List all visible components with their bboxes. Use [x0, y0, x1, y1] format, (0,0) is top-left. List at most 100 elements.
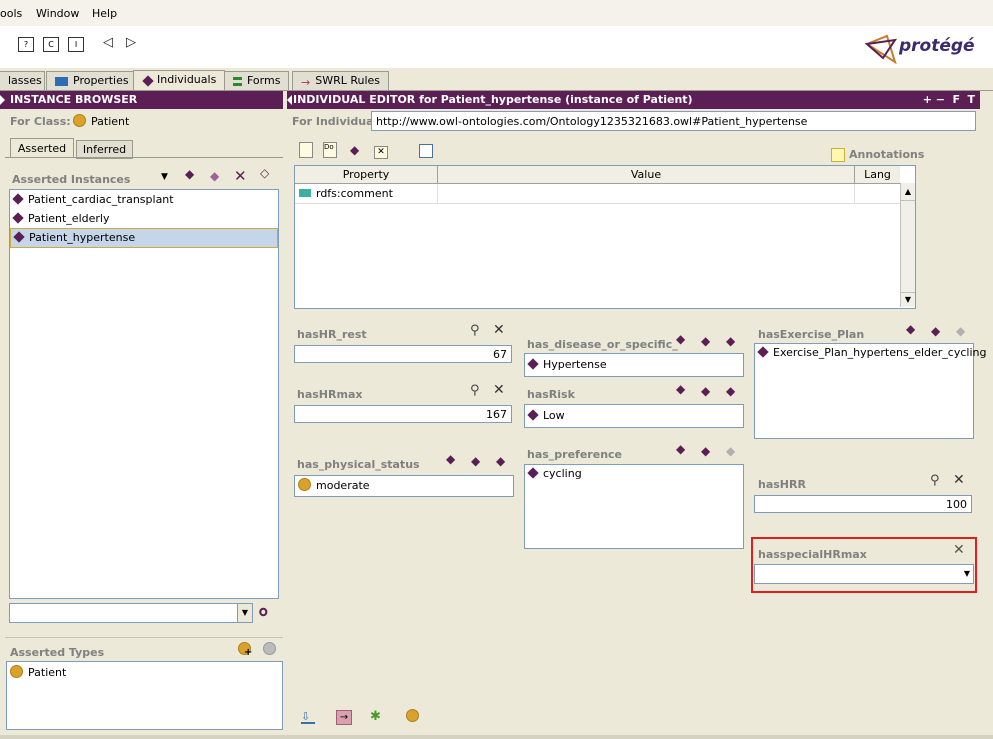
scroll-up-icon[interactable]: ▲	[901, 183, 915, 201]
header-f-button[interactable]: F	[952, 91, 960, 109]
duplicate-instance-icon[interactable]: ◆	[210, 169, 219, 183]
list-item[interactable]: Patient	[7, 665, 66, 681]
list-item-selected[interactable]: Patient_hypertense	[10, 228, 278, 248]
for-class-value: Patient	[70, 114, 129, 128]
individual-diamond-icon	[12, 193, 24, 205]
collapse-right-icon[interactable]	[287, 95, 292, 105]
instance-search-combo[interactable]: ▼	[9, 603, 253, 623]
instance-browser-title: INSTANCE BROWSER	[10, 93, 138, 106]
binoculars-search-icon[interactable]: 𝐎	[259, 606, 268, 620]
remove-value-icon[interactable]: ◆	[726, 384, 735, 398]
delete-annotation-icon[interactable]: ✕	[374, 146, 388, 159]
combo-dropdown-icon[interactable]: ▼	[237, 604, 252, 622]
create-value-icon[interactable]: ◆	[446, 452, 455, 466]
import-icon[interactable]: ⇩	[301, 710, 315, 724]
tab-swrl-rules[interactable]: → SWRL Rules	[292, 71, 390, 90]
add-value-icon[interactable]: ◆	[931, 324, 940, 338]
swrl-rule-icon[interactable]: →	[336, 710, 352, 725]
delete-value-icon[interactable]: ✕	[493, 382, 505, 398]
list-item[interactable]: Patient_elderly	[10, 209, 278, 228]
tab-forms[interactable]: Forms	[224, 71, 290, 90]
remove-type-icon[interactable]	[263, 642, 276, 656]
hasHR_rest-field[interactable]: 67	[294, 345, 512, 363]
column-header-property[interactable]: Property	[295, 166, 438, 184]
scroll-down-icon[interactable]: ▼	[901, 292, 915, 307]
add-value-icon[interactable]: ◆	[701, 334, 710, 348]
remove-value-icon[interactable]: ◆	[956, 324, 965, 338]
search-icon[interactable]: ⚲	[470, 383, 480, 398]
column-header-value[interactable]: Value	[438, 166, 855, 184]
list-item[interactable]: Patient_cardiac_transplant	[10, 190, 278, 209]
properties-icon	[55, 77, 68, 86]
individual-uri-field[interactable]: http://www.owl-ontologies.com/Ontology12…	[371, 111, 976, 131]
help-query-icon[interactable]: ?	[18, 37, 34, 52]
dropdown-arrow-icon[interactable]: ▼	[161, 172, 168, 182]
list-item[interactable]: Exercise_Plan_hypertens_elder_cycling	[755, 345, 986, 361]
view-icon[interactable]	[419, 144, 433, 158]
list-item[interactable]: Hypertense	[525, 357, 607, 373]
individual-editor-header: INDIVIDUAL EDITOR for Patient_hypertense…	[287, 91, 980, 109]
hasHRmax-field[interactable]: 167	[294, 405, 512, 423]
individual-diamond-icon	[12, 212, 24, 224]
add-type-icon[interactable]: +	[238, 642, 252, 658]
list-item[interactable]: cycling	[525, 466, 582, 482]
list-item[interactable]: moderate	[295, 478, 370, 494]
header-minus-button[interactable]: −	[936, 91, 945, 109]
tab-bar: lasses Properties Individuals Forms → SWR…	[0, 68, 993, 91]
open-c-icon[interactable]: C	[43, 37, 59, 52]
prop-label-hasExercise_Plan: hasExercise_Plan	[758, 328, 865, 341]
create-instance-icon[interactable]: ◆	[185, 167, 194, 181]
column-header-lang[interactable]: Lang	[855, 166, 900, 184]
create-value-icon[interactable]: ◆	[676, 382, 685, 396]
tab-classes[interactable]: lasses	[0, 71, 45, 90]
back-arrow-icon[interactable]: ◁	[103, 35, 113, 50]
combo-dropdown-icon[interactable]: ▼	[964, 565, 970, 583]
create-class-icon[interactable]	[406, 709, 419, 723]
hasspecialHRmax-combo[interactable]: ▼	[754, 564, 974, 584]
tab-individuals[interactable]: Individuals	[133, 70, 226, 90]
delete-value-icon[interactable]: ✕	[953, 472, 965, 488]
collapse-left-icon[interactable]	[0, 95, 5, 105]
class-circle-icon	[298, 478, 311, 491]
header-t-button[interactable]: T	[967, 91, 975, 109]
delete-value-icon[interactable]: ✕	[953, 542, 965, 558]
remove-value-icon[interactable]: ◆	[726, 334, 735, 348]
header-plus-button[interactable]: +	[923, 91, 932, 109]
create-value-icon[interactable]: ◆	[906, 322, 915, 336]
table-scrollbar[interactable]: ▲ ▼	[900, 183, 915, 307]
individual-diamond-icon	[757, 346, 769, 358]
menu-bar: ools Window Help	[0, 0, 993, 27]
prop-label-has_disease: has_disease_or_specific_	[527, 338, 678, 351]
remove-value-icon[interactable]: ◆	[726, 444, 735, 458]
subtab-asserted[interactable]: Asserted	[10, 138, 74, 158]
list-item[interactable]: Low	[525, 408, 565, 424]
instances-list: Patient_cardiac_transplant Patient_elder…	[9, 189, 279, 599]
menu-help[interactable]: Help	[92, 7, 117, 20]
forward-arrow-icon[interactable]: ▷	[126, 35, 136, 50]
menu-window[interactable]: Window	[36, 7, 79, 20]
add-value-icon[interactable]: ◆	[350, 143, 359, 157]
annotation-property-icon	[299, 189, 311, 197]
add-value-icon[interactable]: ◆	[701, 384, 710, 398]
search-icon[interactable]: ⚲	[470, 323, 480, 338]
create-value-icon[interactable]: ◆	[676, 332, 685, 346]
new-annotation-icon[interactable]	[299, 142, 313, 158]
remove-value-icon[interactable]: ◆	[496, 454, 505, 468]
new-doc-annotation-icon[interactable]: Do	[323, 142, 337, 158]
instance-options-icon[interactable]: ◇	[260, 166, 269, 180]
status-strip	[0, 735, 993, 739]
tab-properties[interactable]: Properties	[46, 71, 138, 90]
prop-label-has_physical_status: has_physical_status	[297, 458, 420, 471]
add-value-icon[interactable]: ◆	[701, 444, 710, 458]
open-i-icon[interactable]: I	[68, 37, 84, 52]
search-icon[interactable]: ⚲	[930, 473, 940, 488]
create-value-icon[interactable]: ◆	[676, 442, 685, 456]
delete-instance-icon[interactable]: ✕	[234, 167, 247, 185]
add-value-icon[interactable]: ◆	[471, 454, 480, 468]
table-row[interactable]: rdfs:comment	[295, 184, 900, 204]
hasHRR-field[interactable]: 100	[754, 495, 972, 513]
bug-icon[interactable]: ✱	[370, 709, 381, 724]
menu-tools[interactable]: ools	[0, 7, 22, 20]
prop-label-hasRisk: hasRisk	[527, 388, 575, 401]
delete-value-icon[interactable]: ✕	[493, 322, 505, 338]
